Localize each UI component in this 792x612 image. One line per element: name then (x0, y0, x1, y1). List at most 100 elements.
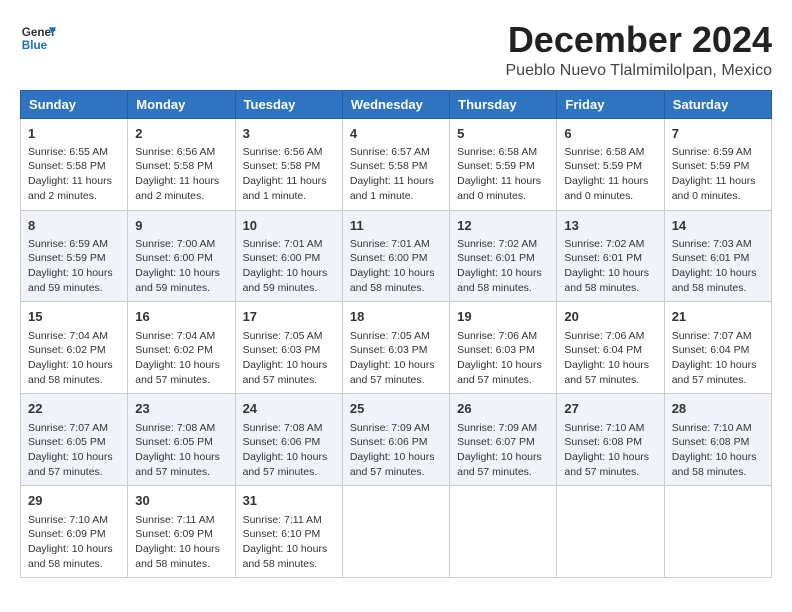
day-number: 25 (350, 400, 442, 418)
day-content: and 57 minutes. (672, 373, 764, 388)
day-content: Sunrise: 7:04 AM (135, 329, 227, 344)
calendar-cell: 20Sunrise: 7:06 AMSunset: 6:04 PMDayligh… (557, 302, 664, 394)
svg-text:Blue: Blue (22, 39, 48, 52)
day-number: 22 (28, 400, 120, 418)
day-content: Daylight: 10 hours (350, 266, 442, 281)
day-content: Sunset: 5:59 PM (457, 159, 549, 174)
day-content: and 57 minutes. (564, 465, 656, 480)
day-content: Sunrise: 7:03 AM (672, 237, 764, 252)
day-number: 12 (457, 217, 549, 235)
day-content: Sunrise: 7:05 AM (243, 329, 335, 344)
day-content: Daylight: 11 hours (243, 174, 335, 189)
day-content: Sunrise: 7:06 AM (457, 329, 549, 344)
day-content: Sunset: 5:58 PM (135, 159, 227, 174)
day-number: 8 (28, 217, 120, 235)
day-content: Sunrise: 6:57 AM (350, 145, 442, 160)
day-content: Sunset: 5:58 PM (28, 159, 120, 174)
day-number: 20 (564, 308, 656, 326)
calendar-cell: 26Sunrise: 7:09 AMSunset: 6:07 PMDayligh… (450, 394, 557, 486)
column-header-saturday: Saturday (664, 90, 771, 118)
day-content: Sunset: 6:06 PM (350, 435, 442, 450)
day-content: and 57 minutes. (243, 373, 335, 388)
calendar-cell: 22Sunrise: 7:07 AMSunset: 6:05 PMDayligh… (21, 394, 128, 486)
day-content: Daylight: 11 hours (457, 174, 549, 189)
day-content: Sunrise: 7:06 AM (564, 329, 656, 344)
column-header-monday: Monday (128, 90, 235, 118)
day-number: 5 (457, 125, 549, 143)
day-content: Sunset: 6:01 PM (457, 251, 549, 266)
calendar-header-row: SundayMondayTuesdayWednesdayThursdayFrid… (21, 90, 772, 118)
day-number: 9 (135, 217, 227, 235)
calendar-cell: 18Sunrise: 7:05 AMSunset: 6:03 PMDayligh… (342, 302, 449, 394)
day-content: Daylight: 10 hours (672, 358, 764, 373)
day-content: Daylight: 10 hours (457, 358, 549, 373)
day-content: and 58 minutes. (28, 557, 120, 572)
day-content: Sunrise: 7:10 AM (564, 421, 656, 436)
day-content: Sunset: 6:00 PM (243, 251, 335, 266)
day-content: Sunset: 6:08 PM (564, 435, 656, 450)
day-content: and 1 minute. (350, 189, 442, 204)
day-content: Sunrise: 6:58 AM (564, 145, 656, 160)
day-content: Sunset: 6:01 PM (564, 251, 656, 266)
calendar-cell: 7Sunrise: 6:59 AMSunset: 5:59 PMDaylight… (664, 118, 771, 210)
day-number: 13 (564, 217, 656, 235)
day-content: Daylight: 11 hours (672, 174, 764, 189)
calendar-cell: 28Sunrise: 7:10 AMSunset: 6:08 PMDayligh… (664, 394, 771, 486)
day-content: Daylight: 10 hours (564, 358, 656, 373)
calendar-cell: 3Sunrise: 6:56 AMSunset: 5:58 PMDaylight… (235, 118, 342, 210)
calendar-cell: 4Sunrise: 6:57 AMSunset: 5:58 PMDaylight… (342, 118, 449, 210)
day-content: Sunset: 6:05 PM (135, 435, 227, 450)
day-content: Daylight: 10 hours (135, 358, 227, 373)
day-content: Daylight: 11 hours (350, 174, 442, 189)
day-content: and 58 minutes. (457, 281, 549, 296)
day-number: 17 (243, 308, 335, 326)
day-number: 2 (135, 125, 227, 143)
day-number: 7 (672, 125, 764, 143)
day-content: Sunrise: 6:56 AM (135, 145, 227, 160)
day-content: Sunrise: 7:11 AM (243, 513, 335, 528)
day-content: Daylight: 11 hours (28, 174, 120, 189)
calendar-cell: 29Sunrise: 7:10 AMSunset: 6:09 PMDayligh… (21, 486, 128, 578)
day-content: Daylight: 10 hours (564, 450, 656, 465)
day-content: Daylight: 10 hours (135, 266, 227, 281)
calendar-cell: 5Sunrise: 6:58 AMSunset: 5:59 PMDaylight… (450, 118, 557, 210)
day-content: and 59 minutes. (243, 281, 335, 296)
calendar-cell (450, 486, 557, 578)
calendar-week-2: 8Sunrise: 6:59 AMSunset: 5:59 PMDaylight… (21, 210, 772, 302)
day-content: Sunrise: 6:59 AM (672, 145, 764, 160)
day-content: and 58 minutes. (672, 281, 764, 296)
day-content: and 58 minutes. (350, 281, 442, 296)
day-number: 24 (243, 400, 335, 418)
day-content: and 1 minute. (243, 189, 335, 204)
day-content: Sunset: 6:09 PM (28, 527, 120, 542)
day-content: Sunrise: 7:05 AM (350, 329, 442, 344)
day-number: 31 (243, 492, 335, 510)
day-content: Sunrise: 7:07 AM (672, 329, 764, 344)
day-content: Sunrise: 7:07 AM (28, 421, 120, 436)
day-content: Sunrise: 7:04 AM (28, 329, 120, 344)
day-number: 10 (243, 217, 335, 235)
day-content: Sunset: 5:58 PM (350, 159, 442, 174)
day-content: Daylight: 11 hours (564, 174, 656, 189)
day-content: Sunrise: 7:10 AM (672, 421, 764, 436)
calendar-cell: 30Sunrise: 7:11 AMSunset: 6:09 PMDayligh… (128, 486, 235, 578)
day-content: Sunset: 6:01 PM (672, 251, 764, 266)
column-header-thursday: Thursday (450, 90, 557, 118)
month-title: December 2024 (506, 20, 773, 60)
day-content: and 0 minutes. (564, 189, 656, 204)
day-number: 14 (672, 217, 764, 235)
day-content: Daylight: 10 hours (457, 266, 549, 281)
day-content: Daylight: 10 hours (28, 266, 120, 281)
calendar-cell: 21Sunrise: 7:07 AMSunset: 6:04 PMDayligh… (664, 302, 771, 394)
day-number: 6 (564, 125, 656, 143)
day-content: Sunset: 6:05 PM (28, 435, 120, 450)
calendar-cell: 17Sunrise: 7:05 AMSunset: 6:03 PMDayligh… (235, 302, 342, 394)
column-header-tuesday: Tuesday (235, 90, 342, 118)
day-content: and 58 minutes. (28, 373, 120, 388)
day-content: Sunrise: 7:02 AM (457, 237, 549, 252)
day-content: Sunset: 5:59 PM (28, 251, 120, 266)
calendar-cell: 8Sunrise: 6:59 AMSunset: 5:59 PMDaylight… (21, 210, 128, 302)
day-content: and 57 minutes. (350, 465, 442, 480)
day-content: Sunrise: 7:11 AM (135, 513, 227, 528)
day-content: Daylight: 10 hours (350, 358, 442, 373)
